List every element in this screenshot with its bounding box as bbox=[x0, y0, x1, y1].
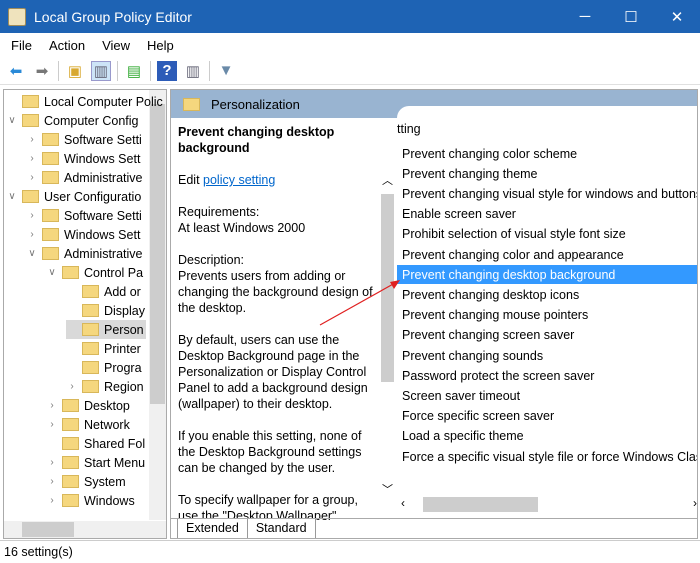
annotation-arrow bbox=[319, 280, 400, 326]
status-bar: 16 setting(s) bbox=[0, 540, 700, 563]
